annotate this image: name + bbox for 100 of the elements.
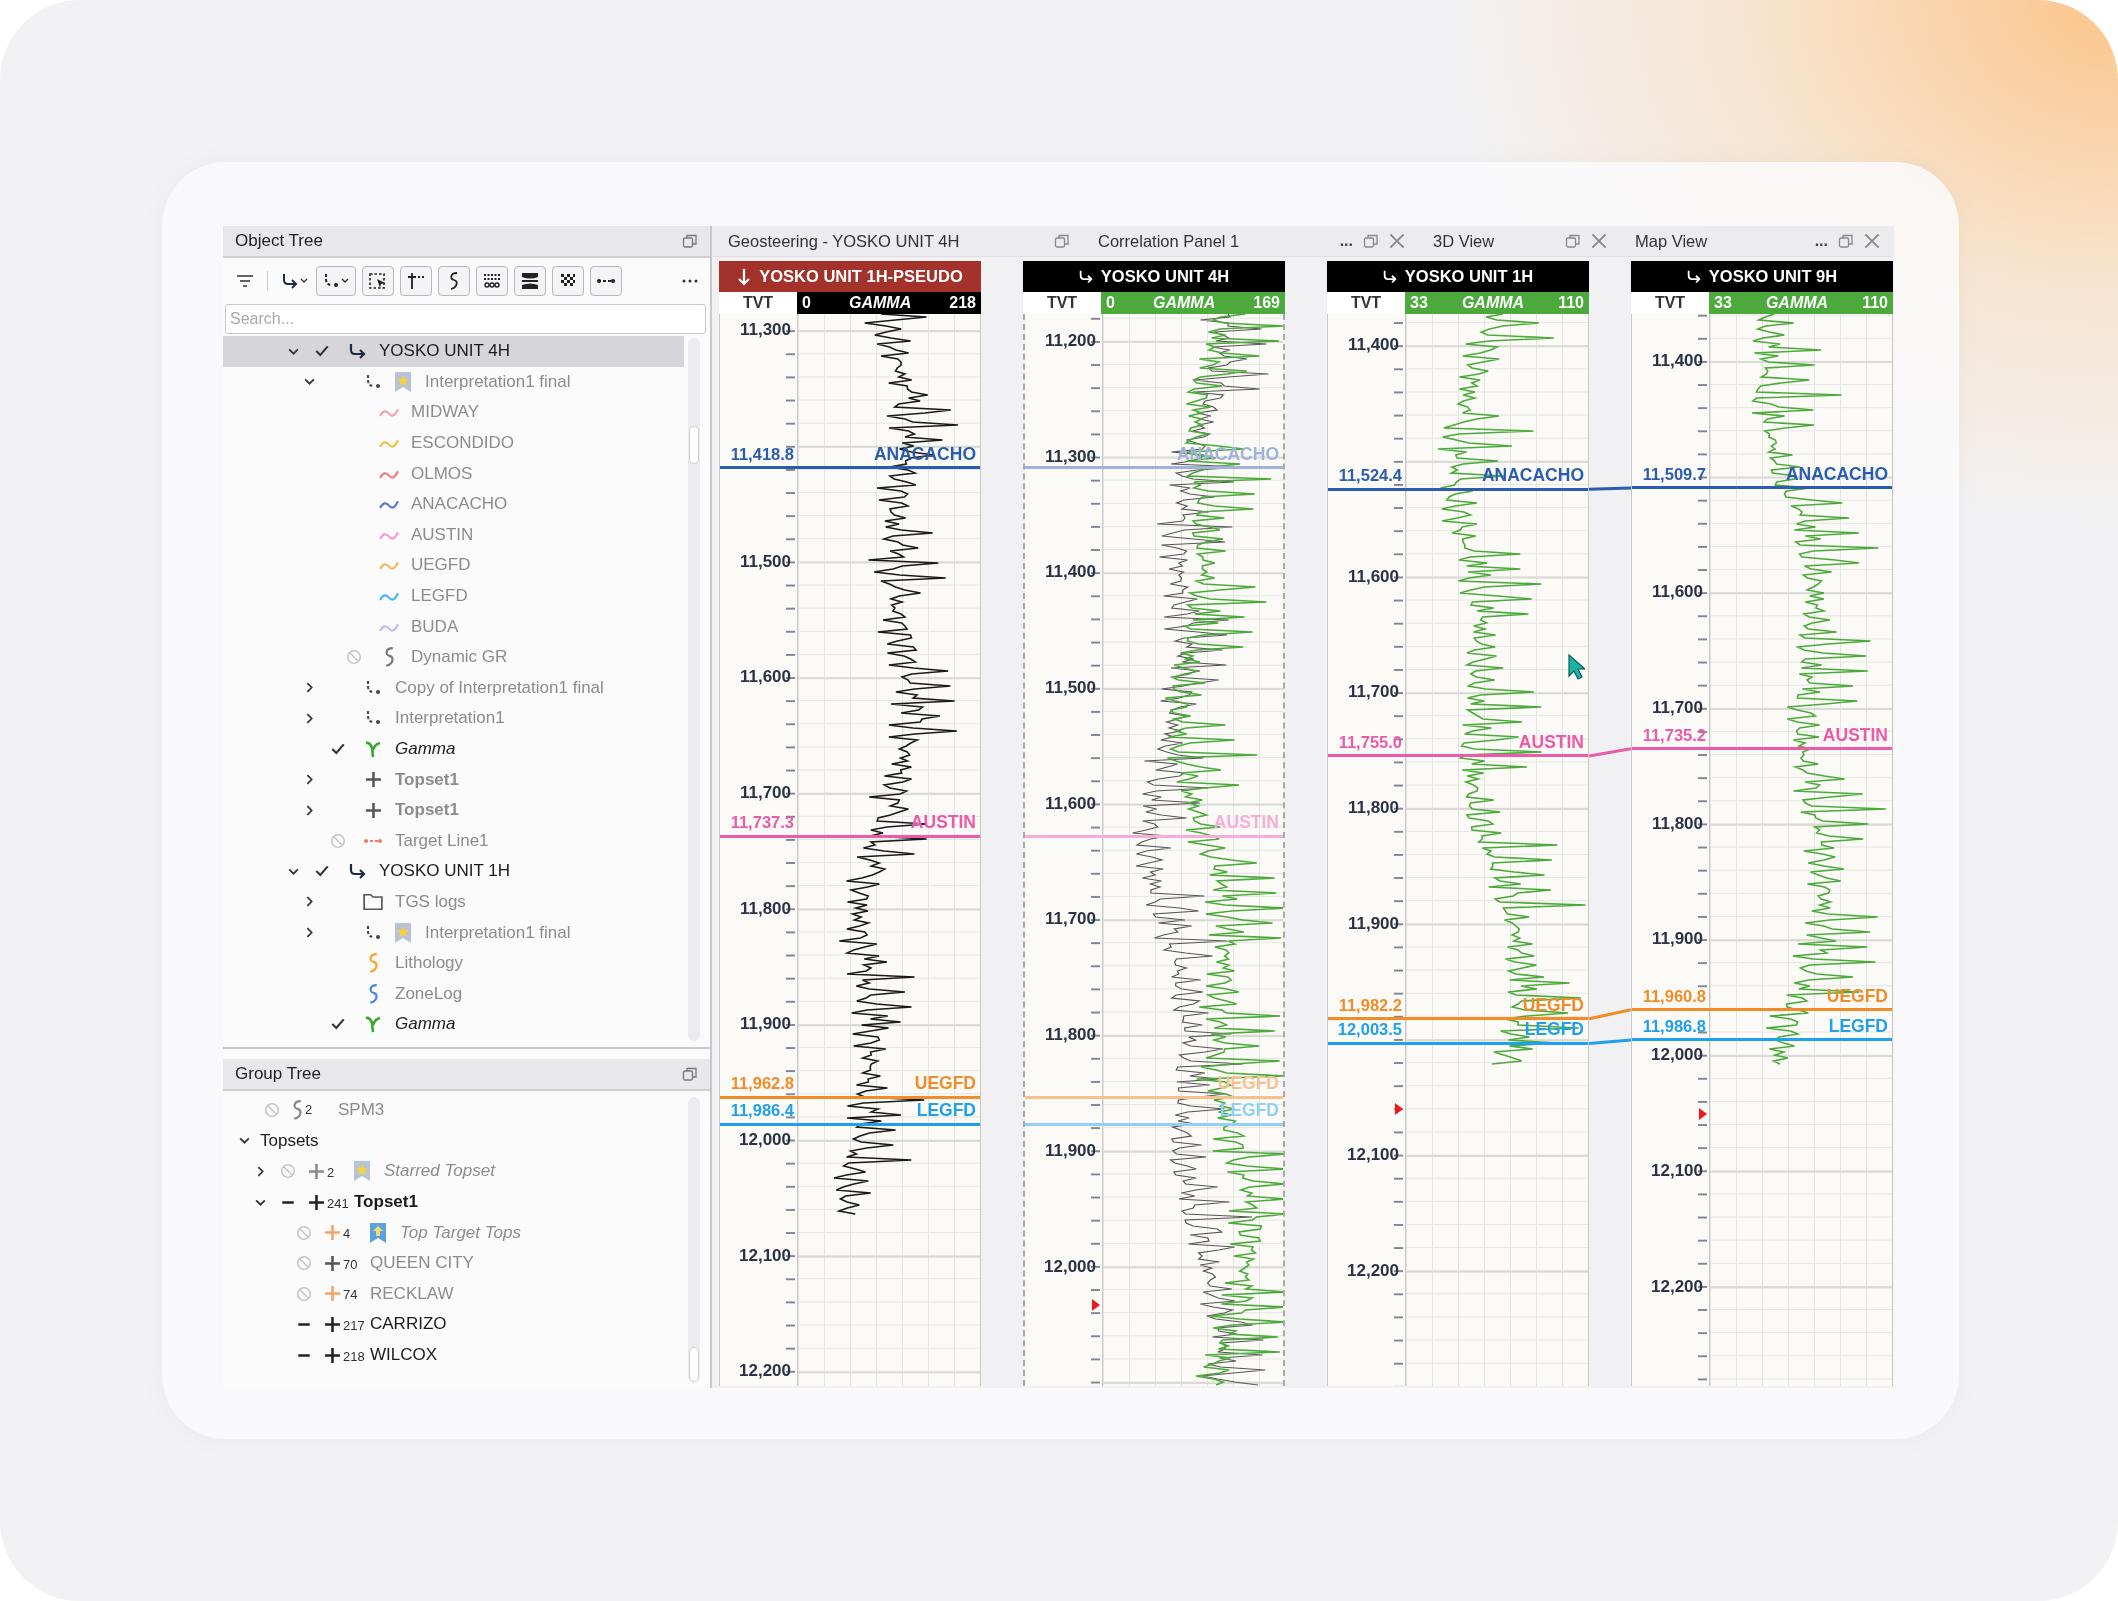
target-line-button[interactable]	[590, 266, 622, 296]
item-label[interactable]: WILCOX	[370, 1345, 438, 1366]
tree-item[interactable]: YOSKO UNIT 1H	[223, 856, 684, 887]
top-connector	[1589, 747, 1631, 758]
pattern-icon	[482, 271, 502, 291]
fill-button[interactable]	[514, 266, 546, 296]
hook-arrow-dropdown-icon[interactable]	[280, 271, 310, 291]
top-depth: 11,737.3	[730, 812, 794, 834]
formation-top-line[interactable]	[1632, 747, 1892, 751]
overflow-menu[interactable]: ...	[1339, 232, 1353, 250]
overflow-menu[interactable]: ...	[1814, 232, 1828, 250]
scrollbar[interactable]	[688, 1097, 700, 1382]
top-name: LEGFD	[916, 1099, 976, 1122]
check-icon[interactable]	[330, 741, 346, 757]
item-label: Gamma	[395, 1014, 456, 1035]
crosshair-icon	[406, 271, 426, 291]
top-name: LEGFD	[1828, 1014, 1888, 1037]
restore-icon[interactable]	[1838, 233, 1854, 249]
gamma-icon	[363, 1014, 383, 1035]
formation-top-line[interactable]	[720, 466, 980, 470]
tab-title[interactable]: Map View	[1635, 231, 1708, 251]
item-count: 217	[343, 1317, 365, 1333]
depth-label: 11,700	[1347, 681, 1399, 704]
tree-item[interactable]: YOSKO UNIT 4H	[223, 336, 684, 367]
item-label: ANACACHO	[411, 494, 508, 515]
top-depth: 11,509.7	[1642, 463, 1706, 485]
item-label: AUSTIN	[411, 524, 474, 545]
cursor-icon	[1568, 654, 1585, 680]
curve-name: GAMMA	[1765, 294, 1829, 312]
tree-item[interactable]: Gamma	[223, 1009, 684, 1040]
depth-label: 11,900	[1347, 912, 1399, 935]
depth-label: 12,000	[739, 1129, 791, 1152]
formation-top-line[interactable]	[1328, 487, 1588, 491]
partial-icon[interactable]	[296, 1351, 312, 1359]
pattern-button[interactable]	[476, 266, 508, 296]
item-label: Copy of Interpretation1 final	[395, 677, 604, 698]
tab-title[interactable]: Geosteering - YOSKO UNIT 4H	[728, 231, 960, 251]
item-label[interactable]: Topset1	[354, 1192, 418, 1213]
formation-top-line[interactable]	[720, 1122, 980, 1126]
topset-button[interactable]	[400, 266, 432, 296]
depth-label: 11,800	[1044, 1024, 1096, 1047]
depth-label: 11,200	[1044, 329, 1096, 352]
formation-top-line[interactable]	[720, 834, 980, 838]
item-count: 70	[343, 1256, 358, 1272]
top-depth: 12,003.5	[1337, 1019, 1402, 1041]
gamma-icon	[363, 739, 383, 759]
restore-icon[interactable]	[682, 1066, 698, 1082]
depth-label: 11,400	[1651, 349, 1703, 372]
partial-icon[interactable]	[296, 1320, 312, 1328]
selection-button[interactable]	[362, 266, 394, 296]
restore-icon[interactable]	[1363, 233, 1379, 249]
restore-icon[interactable]	[1565, 233, 1581, 249]
restore-icon[interactable]	[682, 233, 698, 249]
track-header[interactable]: YOSKO UNIT 4H	[1023, 261, 1285, 292]
item-label: Topset1	[395, 800, 459, 821]
marker-icon	[1394, 1101, 1404, 1116]
item-label: Interpretation1 final	[425, 371, 571, 392]
checker-button[interactable]	[552, 266, 584, 296]
depth-label: 11,800	[1347, 797, 1399, 820]
top-name: AUSTIN	[910, 811, 976, 834]
marker-icon	[1698, 1107, 1708, 1122]
item-label[interactable]: Topsets	[260, 1130, 319, 1151]
partial-icon[interactable]	[280, 1198, 296, 1206]
top-name: AUSTIN	[1822, 723, 1888, 746]
top-connector	[1589, 1008, 1631, 1021]
search-field[interactable]: Search...	[225, 304, 706, 334]
close-icon[interactable]	[1864, 233, 1880, 249]
restore-icon[interactable]	[1054, 233, 1070, 249]
tab-title[interactable]: 3D View	[1433, 231, 1495, 251]
track-title: YOSKO UNIT 9H	[1708, 267, 1838, 286]
depth-label: 11,500	[739, 550, 791, 573]
formation-top-line[interactable]	[1632, 1038, 1892, 1042]
scale-max: 110	[1558, 294, 1584, 312]
log-button[interactable]	[438, 266, 470, 296]
close-icon[interactable]	[1591, 233, 1607, 249]
top-depth: 11,986.8	[1642, 1015, 1706, 1037]
scrollbar[interactable]	[688, 338, 700, 1041]
formation-top-line[interactable]	[1328, 754, 1588, 758]
axis-label: TVT	[1045, 293, 1079, 313]
top-name: UEGFD	[1522, 993, 1584, 1016]
depth-label: 11,600	[1347, 565, 1399, 588]
close-icon[interactable]	[1389, 233, 1405, 249]
top-name: UEGFD	[914, 1072, 976, 1095]
axis-label: TVT	[1653, 293, 1687, 313]
interpretation-dropdown-button[interactable]	[316, 266, 356, 296]
panel-title: Group Tree	[235, 1064, 321, 1084]
curve-name: GAMMA	[849, 294, 912, 312]
depth-label: 11,700	[1651, 697, 1703, 720]
tree-item[interactable]: Gamma	[223, 733, 684, 765]
track-header[interactable]: YOSKO UNIT 9H	[1631, 261, 1893, 292]
item-label: Interpretation1	[395, 708, 505, 729]
track-header[interactable]: YOSKO UNIT 1H-PSEUDO	[719, 261, 981, 292]
depth-label: 11,700	[1044, 908, 1096, 931]
track-header[interactable]: YOSKO UNIT 1H	[1327, 261, 1589, 292]
item-label[interactable]: CARRIZO	[370, 1314, 447, 1335]
scale-min: 33	[1410, 294, 1428, 312]
track-title: YOSKO UNIT 1H-PSEUDO	[759, 267, 963, 286]
tab-title[interactable]: Correlation Panel 1	[1098, 231, 1240, 251]
formation-top-line[interactable]	[1632, 486, 1892, 490]
item-count: 241	[327, 1195, 349, 1211]
